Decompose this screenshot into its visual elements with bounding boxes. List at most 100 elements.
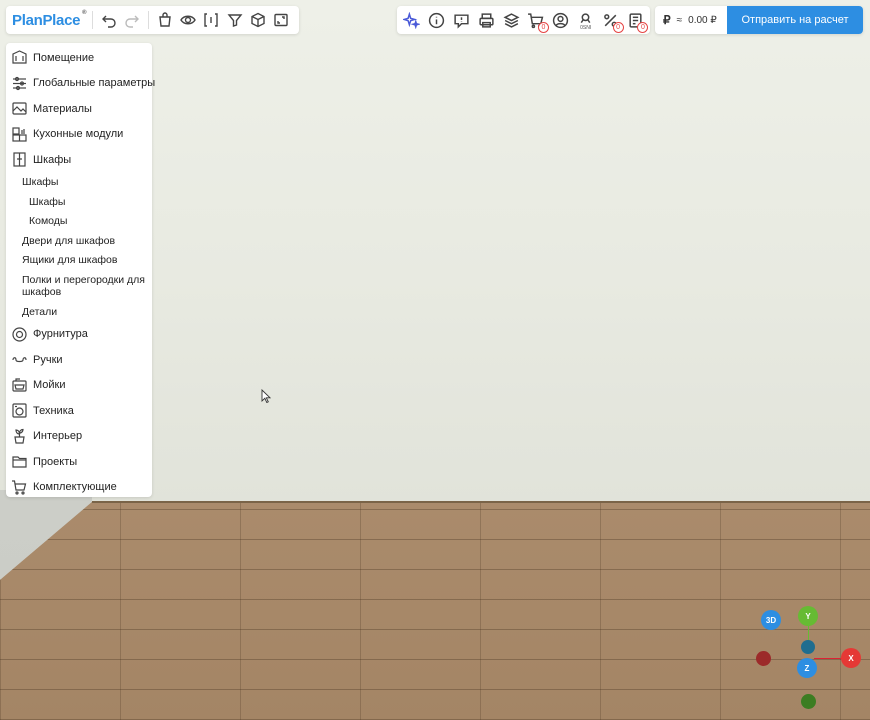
fullscreen-icon xyxy=(274,13,289,27)
sink-icon xyxy=(11,377,28,394)
layers-icon xyxy=(502,12,520,28)
axis-x-line xyxy=(814,658,842,659)
appliance-icon xyxy=(11,402,28,419)
axis-y-button[interactable]: Y xyxy=(798,606,818,626)
price-value: 0.00 ₽ xyxy=(688,14,717,26)
sidebar-item-label: Ручки xyxy=(33,353,63,366)
room-icon xyxy=(11,49,28,66)
folder-icon xyxy=(11,453,28,470)
cart-icon xyxy=(11,479,28,496)
undo-icon xyxy=(101,15,116,28)
catalog-sidebar: Помещение Глобальные параметры Материалы… xyxy=(6,43,156,497)
sidebar-item-label: Интерьер xyxy=(33,430,83,443)
price-summary: ₽ ≈ 0.00 ₽ xyxy=(655,13,727,27)
redo-icon xyxy=(125,15,140,28)
send-for-calculation-button[interactable]: Отправить на расчет xyxy=(727,6,863,34)
undo-button[interactable] xyxy=(97,8,120,32)
sidebar-item-components[interactable]: Комплектующие xyxy=(6,475,152,501)
filter-button[interactable] xyxy=(223,8,246,32)
sidebar-item-label: Фурнитура xyxy=(33,328,88,341)
sidebar-item-handles[interactable]: Ручки xyxy=(6,347,152,373)
account-button[interactable] xyxy=(549,8,573,32)
subitem-dressers[interactable]: Комоды xyxy=(6,212,152,232)
logo-text: PlanPlace xyxy=(12,11,81,29)
sidebar-item-label: Шкафы xyxy=(33,153,72,166)
specification-button[interactable]: 0 xyxy=(623,8,649,33)
hardware-icon xyxy=(11,326,28,343)
spec-count-badge: 0 xyxy=(637,22,649,33)
sidebar-item-label: Мойки xyxy=(33,379,66,392)
gizmo-center xyxy=(801,640,815,654)
subitem-details[interactable]: Детали xyxy=(6,302,152,322)
chat-icon xyxy=(454,13,469,29)
bag-icon xyxy=(158,12,171,27)
view-button[interactable] xyxy=(176,8,199,32)
orientation-gizmo[interactable]: 3D Y X Z xyxy=(752,600,870,720)
sidebar-item-wardrobes[interactable]: Шкафы xyxy=(6,147,152,173)
wardrobe-icon xyxy=(11,151,28,168)
subitem-wardrobe-doors[interactable]: Двери для шкафов xyxy=(6,231,152,251)
kitchen-icon xyxy=(11,126,28,143)
sidebar-item-interior[interactable]: Интерьер xyxy=(6,424,152,450)
sidebar-item-materials[interactable]: Материалы xyxy=(6,96,152,122)
sidebar-item-label: Техника xyxy=(33,404,74,417)
subitem-wardrobes[interactable]: Шкафы xyxy=(6,192,152,212)
mouse-cursor-icon xyxy=(261,389,271,403)
materials-icon xyxy=(11,100,28,117)
axis-neg-y-button[interactable] xyxy=(801,694,816,709)
ai-assistant-button[interactable] xyxy=(399,8,423,32)
sidebar-item-appliances[interactable]: Техника xyxy=(6,398,152,424)
cart-count-badge: 0 xyxy=(537,22,549,33)
chat-button[interactable] xyxy=(449,8,473,32)
axis-z-button[interactable]: Z xyxy=(797,658,817,678)
ruble-icon: ₽ xyxy=(663,13,671,27)
sidebar-item-label: Глобальные параметры xyxy=(33,77,156,90)
planplace-logo[interactable]: PlanPlace ® xyxy=(12,10,86,29)
3d-mode-button[interactable] xyxy=(246,8,269,32)
subitem-wardrobes-group[interactable]: Шкафы xyxy=(6,173,152,193)
redo-button[interactable] xyxy=(121,8,144,32)
subitem-wardrobe-drawers[interactable]: Ящики для шкафов xyxy=(6,251,152,271)
dimensions-button[interactable] xyxy=(200,8,223,32)
axis-neg-x-button[interactable] xyxy=(756,651,771,666)
layers-button[interactable] xyxy=(499,8,523,32)
filter-icon xyxy=(227,14,243,27)
fullscreen-button[interactable] xyxy=(270,8,293,32)
ruler-label: 0SNI xyxy=(580,25,592,31)
sidebar-item-label: Комплектующие xyxy=(33,481,117,494)
handle-icon xyxy=(11,351,28,368)
sidebar-item-kitchen-modules[interactable]: Кухонные модули xyxy=(6,122,152,148)
price-panel: ₽ ≈ 0.00 ₽ Отправить на расчет xyxy=(655,6,863,34)
sidebar-item-label: Материалы xyxy=(33,102,92,115)
sidebar-item-hardware[interactable]: Фурнитура xyxy=(6,322,152,348)
eye-icon xyxy=(180,15,196,25)
ruler-button[interactable]: 0SNI xyxy=(574,8,598,32)
info-button[interactable] xyxy=(424,8,448,32)
action-toolbar: 0 0SNI 0 0 xyxy=(397,6,650,34)
print-icon xyxy=(478,12,494,28)
cube-icon xyxy=(251,12,265,28)
view-3d-button[interactable]: 3D xyxy=(761,610,781,630)
discount-count-badge: 0 xyxy=(612,22,624,33)
catalog-button[interactable] xyxy=(153,8,176,32)
toolbar-divider xyxy=(92,11,94,29)
sidebar-item-global-params[interactable]: Глобальные параметры xyxy=(6,71,156,97)
discount-button[interactable]: 0 xyxy=(599,8,624,33)
dimensions-icon xyxy=(204,13,218,27)
subitem-shelves-partitions[interactable]: Полки и перегородки для шкафов xyxy=(6,270,152,302)
cart-button[interactable]: 0 xyxy=(524,8,549,33)
sidebar-item-label: Проекты xyxy=(33,455,78,468)
ai-sparkle-icon xyxy=(402,11,420,29)
sidebar-item-projects[interactable]: Проекты xyxy=(6,449,152,475)
print-button[interactable] xyxy=(474,8,498,32)
main-toolbar: PlanPlace ® xyxy=(6,6,299,34)
floor-edge xyxy=(92,501,870,503)
toolbar-divider xyxy=(147,11,149,29)
plant-icon xyxy=(11,428,28,445)
sidebar-item-label: Кухонные модули xyxy=(33,128,124,141)
sliders-icon xyxy=(11,75,28,92)
sidebar-item-label: Помещение xyxy=(33,51,95,64)
sidebar-item-room[interactable]: Помещение xyxy=(6,45,152,71)
sidebar-item-sinks[interactable]: Мойки xyxy=(6,373,152,399)
axis-x-button[interactable]: X xyxy=(841,648,861,668)
